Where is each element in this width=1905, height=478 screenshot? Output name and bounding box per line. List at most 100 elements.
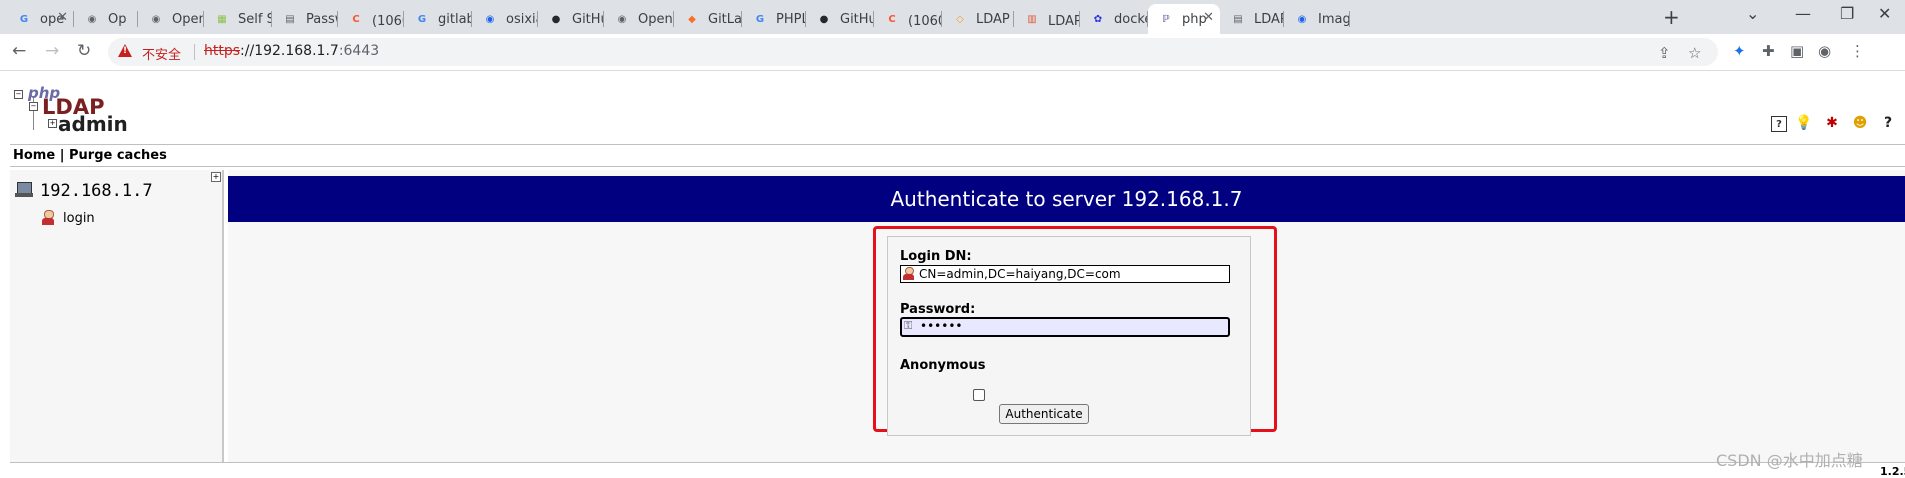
purge-caches-link[interactable]: Purge caches [69,148,167,163]
password-label: Password: [900,302,976,317]
login-dn-label: Login DN: [900,249,972,264]
tab-favicon-icon: ◉ [151,13,161,25]
close-tab-icon[interactable]: ✕ [1203,10,1214,25]
tab-favicon-icon: ● [551,13,561,25]
browser-tab[interactable]: C (1060条 [874,4,942,34]
help-circle-icon[interactable]: ? [1877,112,1899,134]
browser-tab[interactable]: ◇ LDAP A [942,4,1014,34]
browser-tab-bar: Gope✕◉Op◉OpenLI▦Self Ser▤PasswoC(1060条Gg… [0,0,1905,34]
browser-tab[interactable]: ◉ osixia/c [472,4,538,34]
browser-tab[interactable]: ◉ Image [1284,4,1350,34]
minimize-button[interactable]: — [1795,4,1811,23]
address-bar[interactable]: ! 不安全 https://192.168.1.7:6443 ☆ ⇪ [108,38,1718,66]
tab-title: GitLab [708,11,742,27]
tab-title: Self Ser [238,11,272,27]
tab-title: gitlab c [438,11,472,27]
main-content: Authenticate to server 192.168.1.7 Login… [228,170,1905,462]
tab-favicon-icon: ✿ [1093,13,1103,25]
server-name[interactable]: 192.168.1.7 [40,181,153,201]
tab-favicon-icon: G [755,13,765,25]
browser-tab[interactable]: ◉ OpenLI [138,4,204,34]
smiley-icon[interactable]: ☻ [1849,112,1871,134]
tab-favicon-icon: ◉ [617,13,627,25]
close-window-button[interactable]: ✕ [1878,4,1891,23]
tab-title: GitHub [840,11,874,27]
browser-tab[interactable]: Gope ✕ [6,4,74,34]
tab-favicon-icon: ▤ [285,13,295,25]
browser-tab[interactable]: ▤ Passwo [272,4,338,34]
tab-favicon-icon: G [19,13,29,25]
share-icon[interactable]: ⇪ [1658,44,1671,62]
page-title: Authenticate to server 192.168.1.7 [228,176,1905,222]
extension-bird-icon[interactable]: ✦ [1733,42,1746,60]
expand-toggle-icon[interactable]: + [211,172,221,182]
home-link[interactable]: Home [13,148,55,163]
tab-favicon-icon: ▤ [1233,13,1243,25]
url-text[interactable]: https://192.168.1.7:6443 [204,43,379,59]
insecure-label[interactable]: 不安全 [142,44,181,63]
server-icon [15,182,33,198]
login-link[interactable]: login [63,211,95,226]
login-form: Login DN: CN=admin,DC=haiyang,DC=com Pas… [887,236,1251,436]
browser-tab[interactable]: ℙphp ✕ [1148,4,1220,34]
logo-admin-text: admin [58,112,128,136]
key-icon: ⚿ [904,319,913,332]
browser-tab[interactable]: ✿ docker [1080,4,1148,34]
tab-title: osixia/c [506,11,538,27]
authenticate-button[interactable]: Authenticate [999,404,1089,424]
tab-title: Op [108,11,127,27]
close-tab-icon[interactable]: ✕ [57,10,68,25]
version-label: 1.2.5 [1880,465,1905,478]
browser-tab[interactable]: C (1060条 [338,4,404,34]
tree-minus-icon: − [14,90,23,99]
tab-title: OpenLI [638,11,674,27]
login-dn-value: CN=admin,DC=haiyang,DC=com [919,267,1121,281]
reload-icon[interactable]: ↻ [77,41,91,61]
anonymous-label: Anonymous [900,358,986,373]
tab-favicon-icon: ◆ [688,13,696,25]
tree-minus-icon: − [29,102,38,111]
tab-title: (1060条 [372,13,404,29]
tab-favicon-icon: C [888,13,896,25]
tab-title: OpenLI [172,11,204,27]
browser-tab[interactable]: ◉ OpenLI [604,4,674,34]
back-icon[interactable]: ← [12,41,26,61]
anonymous-checkbox[interactable] [973,389,985,401]
browser-tab[interactable]: G PHPLda [742,4,806,34]
restore-button[interactable]: ❐ [1840,4,1854,23]
profile-avatar-icon[interactable]: ◉ [1818,42,1831,60]
extensions-puzzle-icon[interactable]: ✚ [1762,42,1775,60]
browser-tab[interactable]: ● GitHub [538,4,604,34]
bug-icon[interactable]: ✱ [1821,112,1843,134]
login-dn-field[interactable]: CN=admin,DC=haiyang,DC=com [900,265,1230,283]
user-icon [903,267,915,281]
top-menu: Home | Purge caches [13,148,167,163]
browser-tab[interactable]: ● GitHub [806,4,874,34]
divider [10,462,1905,463]
phpldapadmin-logo[interactable]: − php − LDAP + admin [14,84,128,136]
browser-tab[interactable]: ▥ LDAP部 [1014,4,1080,34]
browser-tab[interactable]: ◆ GitLab [674,4,742,34]
tab-title: LDAP c [1254,11,1284,27]
star-icon[interactable]: ☆ [1688,44,1701,62]
browser-tab[interactable]: ▦ Self Ser [204,4,272,34]
browser-menu-icon[interactable]: ⋮ [1850,42,1865,60]
tab-title: PHPLda [776,11,806,27]
lightbulb-icon[interactable]: 💡 [1793,112,1815,134]
browser-tab[interactable]: Ggitlab c [404,4,472,34]
tab-favicon-icon: ▥ [1027,13,1037,25]
forward-icon[interactable]: → [45,41,59,61]
tab-favicon-icon: ● [819,13,829,25]
tab-search-icon[interactable]: ⌄ [1746,4,1759,23]
side-panel-icon[interactable]: ▣ [1790,42,1804,60]
browser-tab[interactable]: ▤ LDAP c [1220,4,1284,34]
browser-tab[interactable]: ◉ Op [74,4,138,34]
password-field[interactable]: ⚿ •••••• [900,317,1230,337]
help-icon[interactable]: ? [1771,116,1787,132]
server-tree-panel: + 192.168.1.7 login [10,170,224,462]
tab-favicon-icon: ◉ [1297,13,1307,25]
browser-toolbar: ← → ↻ ! 不安全 https://192.168.1.7:6443 ☆ ⇪… [0,34,1905,71]
tab-favicon-icon: G [417,13,427,25]
tab-favicon-icon: C [352,13,360,25]
new-tab-button[interactable]: + [1663,5,1680,29]
